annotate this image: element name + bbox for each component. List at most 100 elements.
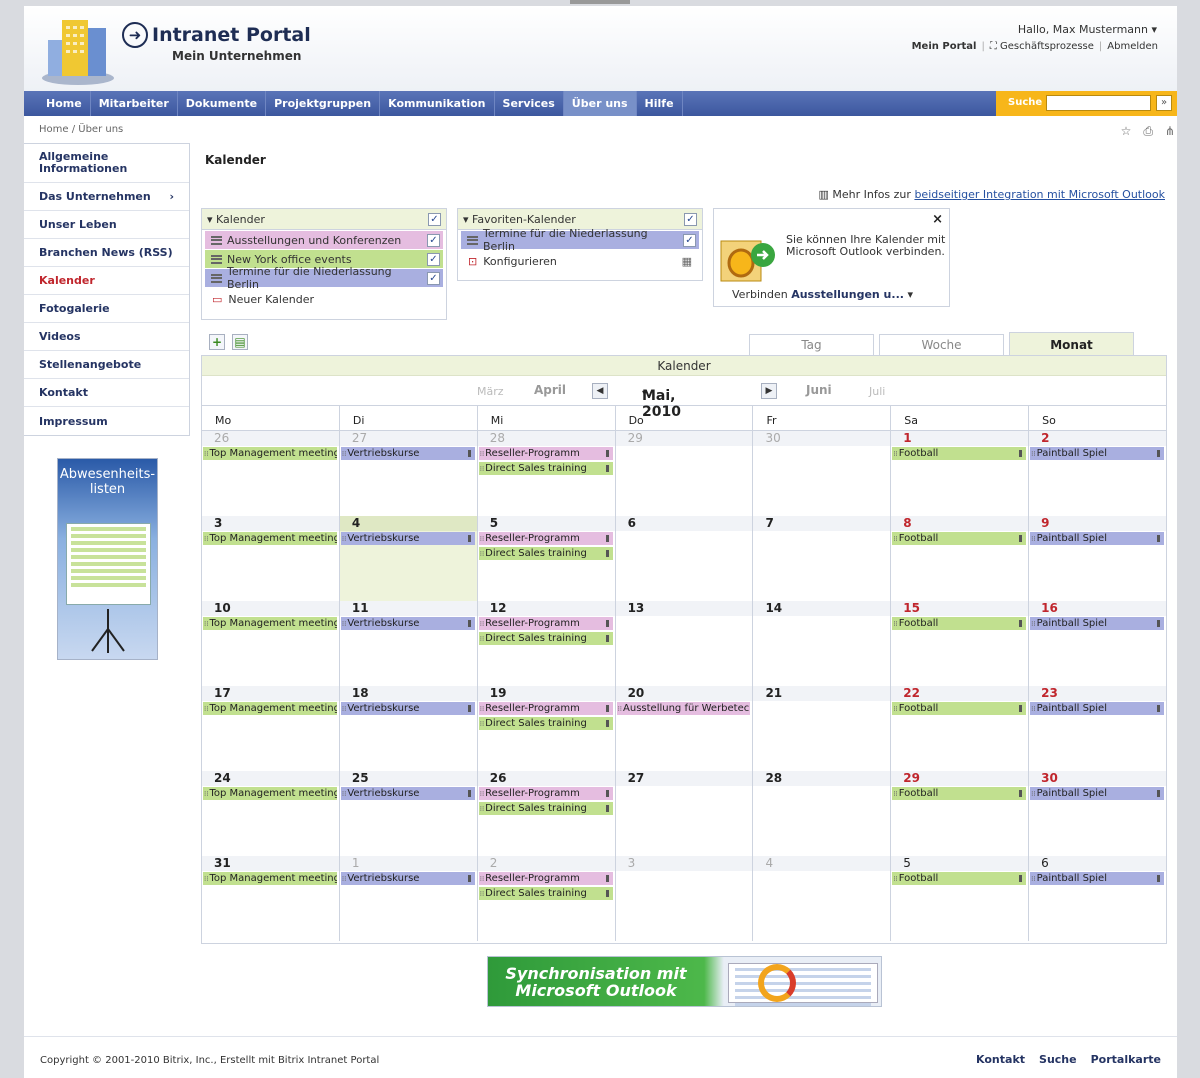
favorites-all-checkbox[interactable]: ✓ bbox=[684, 212, 697, 226]
day-cell-today[interactable]: 4Vertriebskurse bbox=[339, 516, 478, 601]
day-cell[interactable]: 9Paintball Spiel bbox=[1029, 516, 1167, 601]
add-event-button[interactable]: + bbox=[209, 334, 225, 350]
event-item[interactable]: Reseller-Programm bbox=[478, 787, 613, 800]
prev-month-button[interactable]: ◀ bbox=[592, 383, 608, 399]
day-cell[interactable]: 26Reseller-Programm Direct Sales training bbox=[477, 771, 616, 856]
day-cell[interactable]: 1Football bbox=[891, 431, 1030, 516]
logout-link[interactable]: Abmelden bbox=[1107, 41, 1158, 52]
day-cell[interactable]: 31Top Management meeting! bbox=[202, 856, 340, 941]
day-cell[interactable]: 26Top Management meeting! bbox=[202, 431, 340, 516]
day-cell[interactable]: 30 bbox=[753, 431, 892, 516]
event-item[interactable]: Paintball Spiel bbox=[1030, 532, 1165, 545]
event-item[interactable]: Direct Sales training bbox=[478, 547, 613, 560]
event-item[interactable]: Vertriebskurse bbox=[340, 787, 475, 800]
nav-help[interactable]: Hilfe bbox=[637, 91, 683, 116]
event-item[interactable]: Direct Sales training bbox=[478, 802, 613, 815]
calendar-item-berlin[interactable]: Termine für die Niederlassung Berlin ✓ bbox=[205, 265, 443, 291]
tab-week[interactable]: Woche bbox=[879, 334, 1004, 356]
event-item[interactable]: Direct Sales training bbox=[478, 887, 613, 900]
absence-list-widget[interactable]: Abwesenheits-listen bbox=[57, 458, 158, 660]
sidebar-item-calendar[interactable]: Kalender bbox=[24, 267, 189, 295]
event-item[interactable]: Reseller-Programm bbox=[478, 617, 613, 630]
event-item[interactable]: Top Management meeting! bbox=[203, 617, 337, 630]
day-cell[interactable]: 25Vertriebskurse bbox=[339, 771, 478, 856]
day-cell[interactable]: 7 bbox=[753, 516, 892, 601]
event-item[interactable]: Vertriebskurse bbox=[340, 617, 475, 630]
day-cell[interactable]: 27Vertriebskurse bbox=[339, 431, 478, 516]
day-cell[interactable]: 10Top Management meeting! bbox=[202, 601, 340, 686]
event-item[interactable]: Direct Sales training bbox=[478, 632, 613, 645]
sidebar-item-photo-gallery[interactable]: Fotogalerie bbox=[24, 295, 189, 323]
event-item[interactable]: Top Management meeting! bbox=[203, 447, 337, 460]
event-item[interactable]: Vertriebskurse bbox=[340, 702, 475, 715]
search-go-button[interactable]: » bbox=[1156, 95, 1172, 111]
event-item[interactable]: Vertriebskurse bbox=[340, 872, 475, 885]
sidebar-item-videos[interactable]: Videos bbox=[24, 323, 189, 351]
user-greeting[interactable]: Hallo, Max Mustermann ▾ bbox=[1018, 23, 1157, 36]
event-item[interactable]: Football bbox=[892, 787, 1027, 800]
day-cell[interactable]: 20Ausstellung für Werbetech bbox=[615, 686, 754, 771]
event-item[interactable]: Paintball Spiel bbox=[1030, 617, 1165, 630]
event-item[interactable]: Reseller-Programm bbox=[478, 702, 613, 715]
tab-month[interactable]: Monat bbox=[1009, 332, 1134, 356]
event-item[interactable]: Paintball Spiel bbox=[1030, 872, 1165, 885]
day-cell[interactable]: 1Vertriebskurse bbox=[339, 856, 478, 941]
sidebar-item-general-info[interactable]: Allgemeine Informationen bbox=[24, 144, 189, 183]
day-cell[interactable]: 15Football bbox=[891, 601, 1030, 686]
event-item[interactable]: Top Management meeting! bbox=[203, 872, 337, 885]
footer-link-sitemap[interactable]: Portalkarte bbox=[1091, 1053, 1161, 1066]
day-cell[interactable]: 21 bbox=[753, 686, 892, 771]
month-next[interactable]: Juni bbox=[806, 383, 832, 397]
day-cell[interactable]: 8Football bbox=[891, 516, 1030, 601]
tab-day[interactable]: Tag bbox=[749, 334, 874, 356]
day-cell[interactable]: 5Football bbox=[891, 856, 1030, 941]
sidebar-item-jobs[interactable]: Stellenangebote bbox=[24, 351, 189, 379]
favorite-checkbox[interactable]: ✓ bbox=[683, 233, 696, 247]
day-cell[interactable]: 2Paintball Spiel bbox=[1029, 431, 1167, 516]
calendar-settings-icon[interactable]: ▦ bbox=[682, 255, 692, 268]
day-cell[interactable]: 5Reseller-Programm Direct Sales training bbox=[477, 516, 616, 601]
day-cell[interactable]: 2Reseller-Programm Direct Sales training bbox=[477, 856, 616, 941]
nav-employees[interactable]: Mitarbeiter bbox=[91, 91, 178, 116]
breadcrumb[interactable]: Home / Über uns bbox=[39, 124, 123, 135]
sidebar-item-imprint[interactable]: Impressum bbox=[24, 407, 189, 435]
calendar-item-exhibitions[interactable]: Ausstellungen und Konferenzen ✓ bbox=[205, 231, 443, 249]
my-portal-link[interactable]: Mein Portal bbox=[912, 41, 977, 52]
day-cell[interactable]: 6 bbox=[615, 516, 754, 601]
nav-communication[interactable]: Kommunikation bbox=[380, 91, 495, 116]
event-item[interactable]: Reseller-Programm bbox=[478, 872, 613, 885]
event-item[interactable]: Reseller-Programm bbox=[478, 447, 613, 460]
day-cell[interactable]: 28Reseller-Programm Direct Sales training bbox=[477, 431, 616, 516]
event-item[interactable]: Top Management meeting! bbox=[203, 702, 337, 715]
day-cell[interactable]: 13 bbox=[615, 601, 754, 686]
event-item[interactable]: Vertriebskurse bbox=[340, 447, 475, 460]
day-cell[interactable]: 4 bbox=[753, 856, 892, 941]
close-icon[interactable]: × bbox=[932, 212, 943, 227]
day-cell[interactable]: 27 bbox=[615, 771, 754, 856]
day-cell[interactable]: 17Top Management meeting! bbox=[202, 686, 340, 771]
day-cell[interactable]: 11Vertriebskurse bbox=[339, 601, 478, 686]
day-cell[interactable]: 30Paintball Spiel bbox=[1029, 771, 1167, 856]
day-cell[interactable]: 24Top Management meeting! bbox=[202, 771, 340, 856]
nav-about-us[interactable]: Über uns bbox=[563, 91, 637, 116]
event-item[interactable]: Reseller-Programm bbox=[478, 532, 613, 545]
day-cell[interactable]: 18Vertriebskurse bbox=[339, 686, 478, 771]
search-input[interactable] bbox=[1046, 95, 1151, 111]
nav-home[interactable]: Home bbox=[38, 91, 91, 116]
nav-documents[interactable]: Dokumente bbox=[178, 91, 267, 116]
outlook-connect-dropdown[interactable]: Verbinden Ausstellungen u... ▾ bbox=[732, 288, 913, 301]
event-item[interactable]: Paintball Spiel bbox=[1030, 787, 1165, 800]
print-icon[interactable]: ⎙ bbox=[1143, 124, 1153, 139]
day-cell[interactable]: 29Football bbox=[891, 771, 1030, 856]
event-item[interactable]: Direct Sales training bbox=[478, 717, 613, 730]
day-cell[interactable]: 12Reseller-Programm Direct Sales training bbox=[477, 601, 616, 686]
new-calendar-button[interactable]: ▭ Neuer Kalender bbox=[202, 288, 446, 310]
day-cell[interactable]: 19Reseller-Programm Direct Sales training bbox=[477, 686, 616, 771]
month-prev[interactable]: April bbox=[534, 383, 566, 397]
day-cell[interactable]: 3 bbox=[615, 856, 754, 941]
star-icon[interactable]: ☆ bbox=[1121, 124, 1132, 139]
day-cell[interactable]: 22Football bbox=[891, 686, 1030, 771]
day-cell[interactable]: 23Paintball Spiel bbox=[1029, 686, 1167, 771]
outlook-sync-banner[interactable]: Synchronisation mit Microsoft Outlook bbox=[487, 956, 882, 1007]
day-cell[interactable]: 16Paintball Spiel bbox=[1029, 601, 1167, 686]
